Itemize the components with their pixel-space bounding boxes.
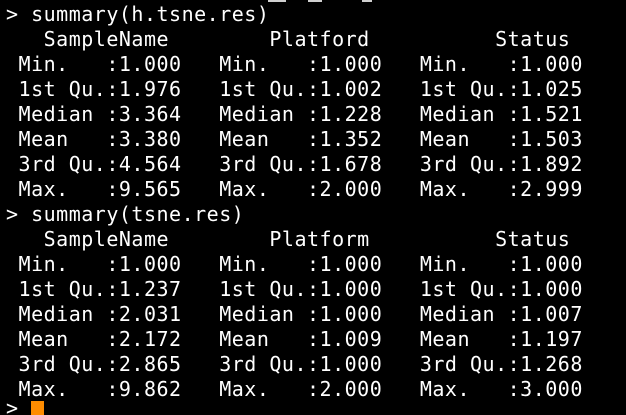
top-edge-artifact [268,0,286,2]
summary-row: Median :3.364 Median :1.228 Median :1.52… [6,102,608,126]
terminal-window[interactable]: > summary(h.tsne.res) SampleName Platfor… [0,0,626,415]
summary-header-row: SampleName Platform Status [6,227,626,251]
command-line: > summary(h.tsne.res) [6,2,270,26]
text-cursor [31,401,44,415]
summary-row: 1st Qu.:1.237 1st Qu.:1.000 1st Qu.:1.00… [6,277,608,301]
top-edge-artifact [308,0,322,2]
summary-row: Min. :1.000 Min. :1.000 Min. :1.000 [6,252,608,276]
command-line: > summary(tsne.res) [6,202,245,226]
summary-row: Median :2.031 Median :1.000 Median :1.00… [6,302,608,326]
prompt-line[interactable]: > [6,396,19,415]
summary-row: Min. :1.000 Min. :1.000 Min. :1.000 [6,52,608,76]
top-edge-artifact [362,0,372,2]
summary-row: 3rd Qu.:2.865 3rd Qu.:1.000 3rd Qu.:1.26… [6,352,608,376]
summary-header-row: SampleName Platford Status [6,27,626,51]
summary-row: Mean :2.172 Mean :1.009 Mean :1.197 [6,327,608,351]
summary-row: Mean :3.380 Mean :1.352 Mean :1.503 [6,127,608,151]
summary-row: 1st Qu.:1.976 1st Qu.:1.002 1st Qu.:1.02… [6,77,608,101]
summary-row: Max. :9.565 Max. :2.000 Max. :2.999 [6,177,608,201]
summary-row: 3rd Qu.:4.564 3rd Qu.:1.678 3rd Qu.:1.89… [6,152,608,176]
summary-row: Max. :9.862 Max. :2.000 Max. :3.000 [6,377,608,401]
